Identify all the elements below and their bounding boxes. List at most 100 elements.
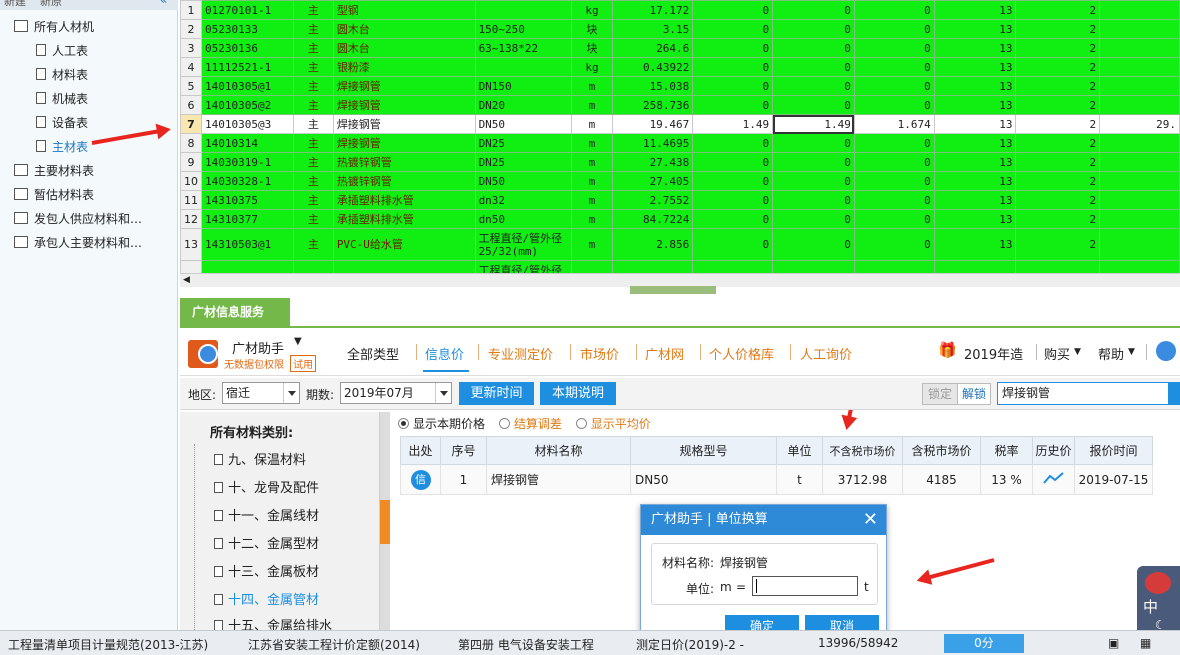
cell-unit[interactable]: m (570, 152, 614, 172)
tree-root[interactable]: 所有人材机 (14, 16, 94, 38)
row-number[interactable]: 3 (180, 38, 202, 58)
cell-name[interactable]: 焊接钢管 (332, 95, 476, 115)
cell-p1[interactable]: 0 (692, 190, 774, 210)
cell-type[interactable]: 主 (292, 171, 334, 191)
cell-spec[interactable]: 63~138*22 (474, 38, 572, 58)
close-icon[interactable]: ✕ (863, 505, 878, 535)
panel-splitter[interactable] (630, 286, 716, 294)
cell-last[interactable] (1099, 38, 1180, 58)
category-item[interactable]: 十一、金属线材 (214, 506, 319, 528)
cell-p2[interactable]: 0 (772, 133, 855, 153)
cell-p2[interactable]: 0 (772, 0, 855, 20)
category-item[interactable]: 十、龙骨及配件 (214, 478, 319, 500)
assistant-name[interactable]: 广材助手 (232, 338, 284, 357)
tab-personal-library[interactable]: 个人价格库 (709, 344, 774, 363)
collapse-icon[interactable]: « (160, 0, 167, 7)
cell-name[interactable]: 热镀锌钢管 (332, 171, 476, 191)
row-number[interactable]: 12 (180, 209, 202, 229)
tree-item-machinery[interactable]: 机械表 (36, 88, 88, 110)
cell-qty[interactable]: 2.856 (612, 228, 694, 261)
cell-f[interactable]: 2 (1015, 114, 1101, 134)
cell-tax[interactable]: 13 (933, 190, 1017, 210)
cell-f[interactable]: 2 (1015, 171, 1101, 191)
cell-spec[interactable]: dn32 (474, 190, 572, 210)
headset-icon[interactable] (1156, 341, 1176, 361)
cell-last[interactable] (1099, 152, 1180, 172)
cell-p3[interactable]: 0 (853, 0, 935, 20)
cell-p1[interactable]: 0 (692, 38, 774, 58)
promo-link[interactable]: 2019年造 (964, 344, 1023, 363)
category-item[interactable]: 十五、金属给排水 (214, 616, 332, 630)
cell-p1[interactable]: 0 (692, 19, 774, 39)
table-row[interactable]: 1 01270101-1 主型钢 kg 17.172 0 0 0 13 2 (180, 0, 1180, 20)
cell-tax[interactable]: 13 (933, 114, 1017, 134)
col-tax-rate[interactable]: 税率 (980, 436, 1033, 465)
cell-code[interactable]: 11112521-1 (201, 57, 294, 77)
collapse-handle-icon[interactable] (380, 500, 390, 544)
tree-item-materials[interactable]: 材料表 (36, 64, 88, 86)
table-row[interactable]: 12 14310377 主承插塑料排水管 dn50 m 84.7224 0 0 0 13 2 (180, 209, 1180, 229)
col-no[interactable]: 序号 (440, 436, 487, 465)
category-item[interactable]: 九、保温材料 (214, 450, 306, 472)
category-item[interactable]: 十三、金属板材 (214, 562, 319, 584)
category-item[interactable]: 十二、金属型材 (214, 534, 319, 556)
cell-name[interactable]: 热镀锌钢管 (332, 152, 476, 172)
table-row[interactable]: 13 14310503@1 主 PVC-U给水管 工程直径/管外径25/32(mm) m 2… (180, 228, 1180, 261)
col-source[interactable]: 出处 (400, 436, 441, 465)
cell-p1[interactable]: 0 (692, 171, 774, 191)
unlock-button[interactable]: 解锁 (957, 383, 991, 405)
score-badge[interactable]: 0分 (944, 634, 1024, 653)
cell-spec[interactable] (474, 0, 572, 20)
cell-p3[interactable]: 0 (853, 133, 935, 153)
cell-f[interactable]: 2 (1015, 190, 1101, 210)
cell-spec[interactable] (474, 57, 572, 77)
tree-item-labor[interactable]: 人工表 (36, 40, 88, 62)
cell-type[interactable]: 主 (292, 114, 334, 134)
cell-qty[interactable]: 258.736 (612, 95, 694, 115)
tab-material-web[interactable]: 广材网 (645, 344, 684, 363)
cell-tax[interactable]: 13 (933, 209, 1017, 229)
category-item-selected[interactable]: 十四、金属管材 (214, 590, 319, 612)
cell-unit[interactable]: m (570, 190, 614, 210)
cell-spec[interactable]: DN20 (474, 95, 572, 115)
cell-unit[interactable]: 块 (570, 19, 614, 39)
row-number[interactable]: 8 (180, 133, 202, 153)
cell-tax[interactable]: 13 (933, 95, 1017, 115)
cell-unit[interactable]: m (570, 76, 614, 96)
cell-last[interactable] (1099, 171, 1180, 191)
update-time-button[interactable]: 更新时间 (459, 382, 534, 405)
scroll-left-icon[interactable]: ◀ (183, 275, 190, 285)
cell-qty[interactable]: 19.467 (612, 114, 694, 134)
cell-type[interactable]: 主 (292, 95, 334, 115)
cell-p3[interactable]: 0 (853, 209, 935, 229)
tab-professional-price[interactable]: 专业测定价 (488, 344, 553, 363)
cell-name[interactable]: 银粉漆 (332, 57, 476, 77)
source-cell[interactable]: 信 (400, 464, 441, 495)
cell-p1[interactable]: 0 (692, 57, 774, 77)
new-button[interactable]: 新建 (4, 0, 26, 9)
cell-f[interactable]: 2 (1015, 209, 1101, 229)
cell-type[interactable]: 主 (292, 190, 334, 210)
cell-type[interactable]: 主 (292, 228, 334, 261)
table-row[interactable]: 7 14010305@3 主焊接钢管 DN50 m 19.467 1.49 1.49 1.674… (180, 114, 1180, 134)
cell-last[interactable] (1099, 19, 1180, 39)
cell-p2[interactable]: 1.49 (772, 114, 855, 134)
window-icon[interactable]: ▣ (1108, 636, 1119, 650)
cell-code[interactable]: 14010305@1 (201, 76, 294, 96)
period-select[interactable]: 2019年07月 (340, 382, 452, 404)
cell-name[interactable]: 承插塑料排水管 (332, 209, 476, 229)
cell-p3[interactable]: 0 (853, 57, 935, 77)
cell-code[interactable]: 05230133 (201, 19, 294, 39)
cell-tax[interactable]: 13 (933, 133, 1017, 153)
radio-average-price[interactable]: 显示平均价 (575, 417, 651, 431)
cell-unit[interactable]: m (570, 133, 614, 153)
cell-p2[interactable]: 0 (772, 19, 855, 39)
cell-p3[interactable]: 0 (853, 228, 935, 261)
cell-unit[interactable]: kg (570, 57, 614, 77)
cell-f[interactable]: 2 (1015, 228, 1101, 261)
row-number[interactable]: 7 (180, 114, 202, 134)
tree-group-contractor-main[interactable]: 承包人主要材料和… (14, 232, 142, 254)
cell-p2[interactable]: 0 (772, 190, 855, 210)
cell-tax[interactable]: 13 (933, 19, 1017, 39)
cell-last[interactable] (1099, 190, 1180, 210)
